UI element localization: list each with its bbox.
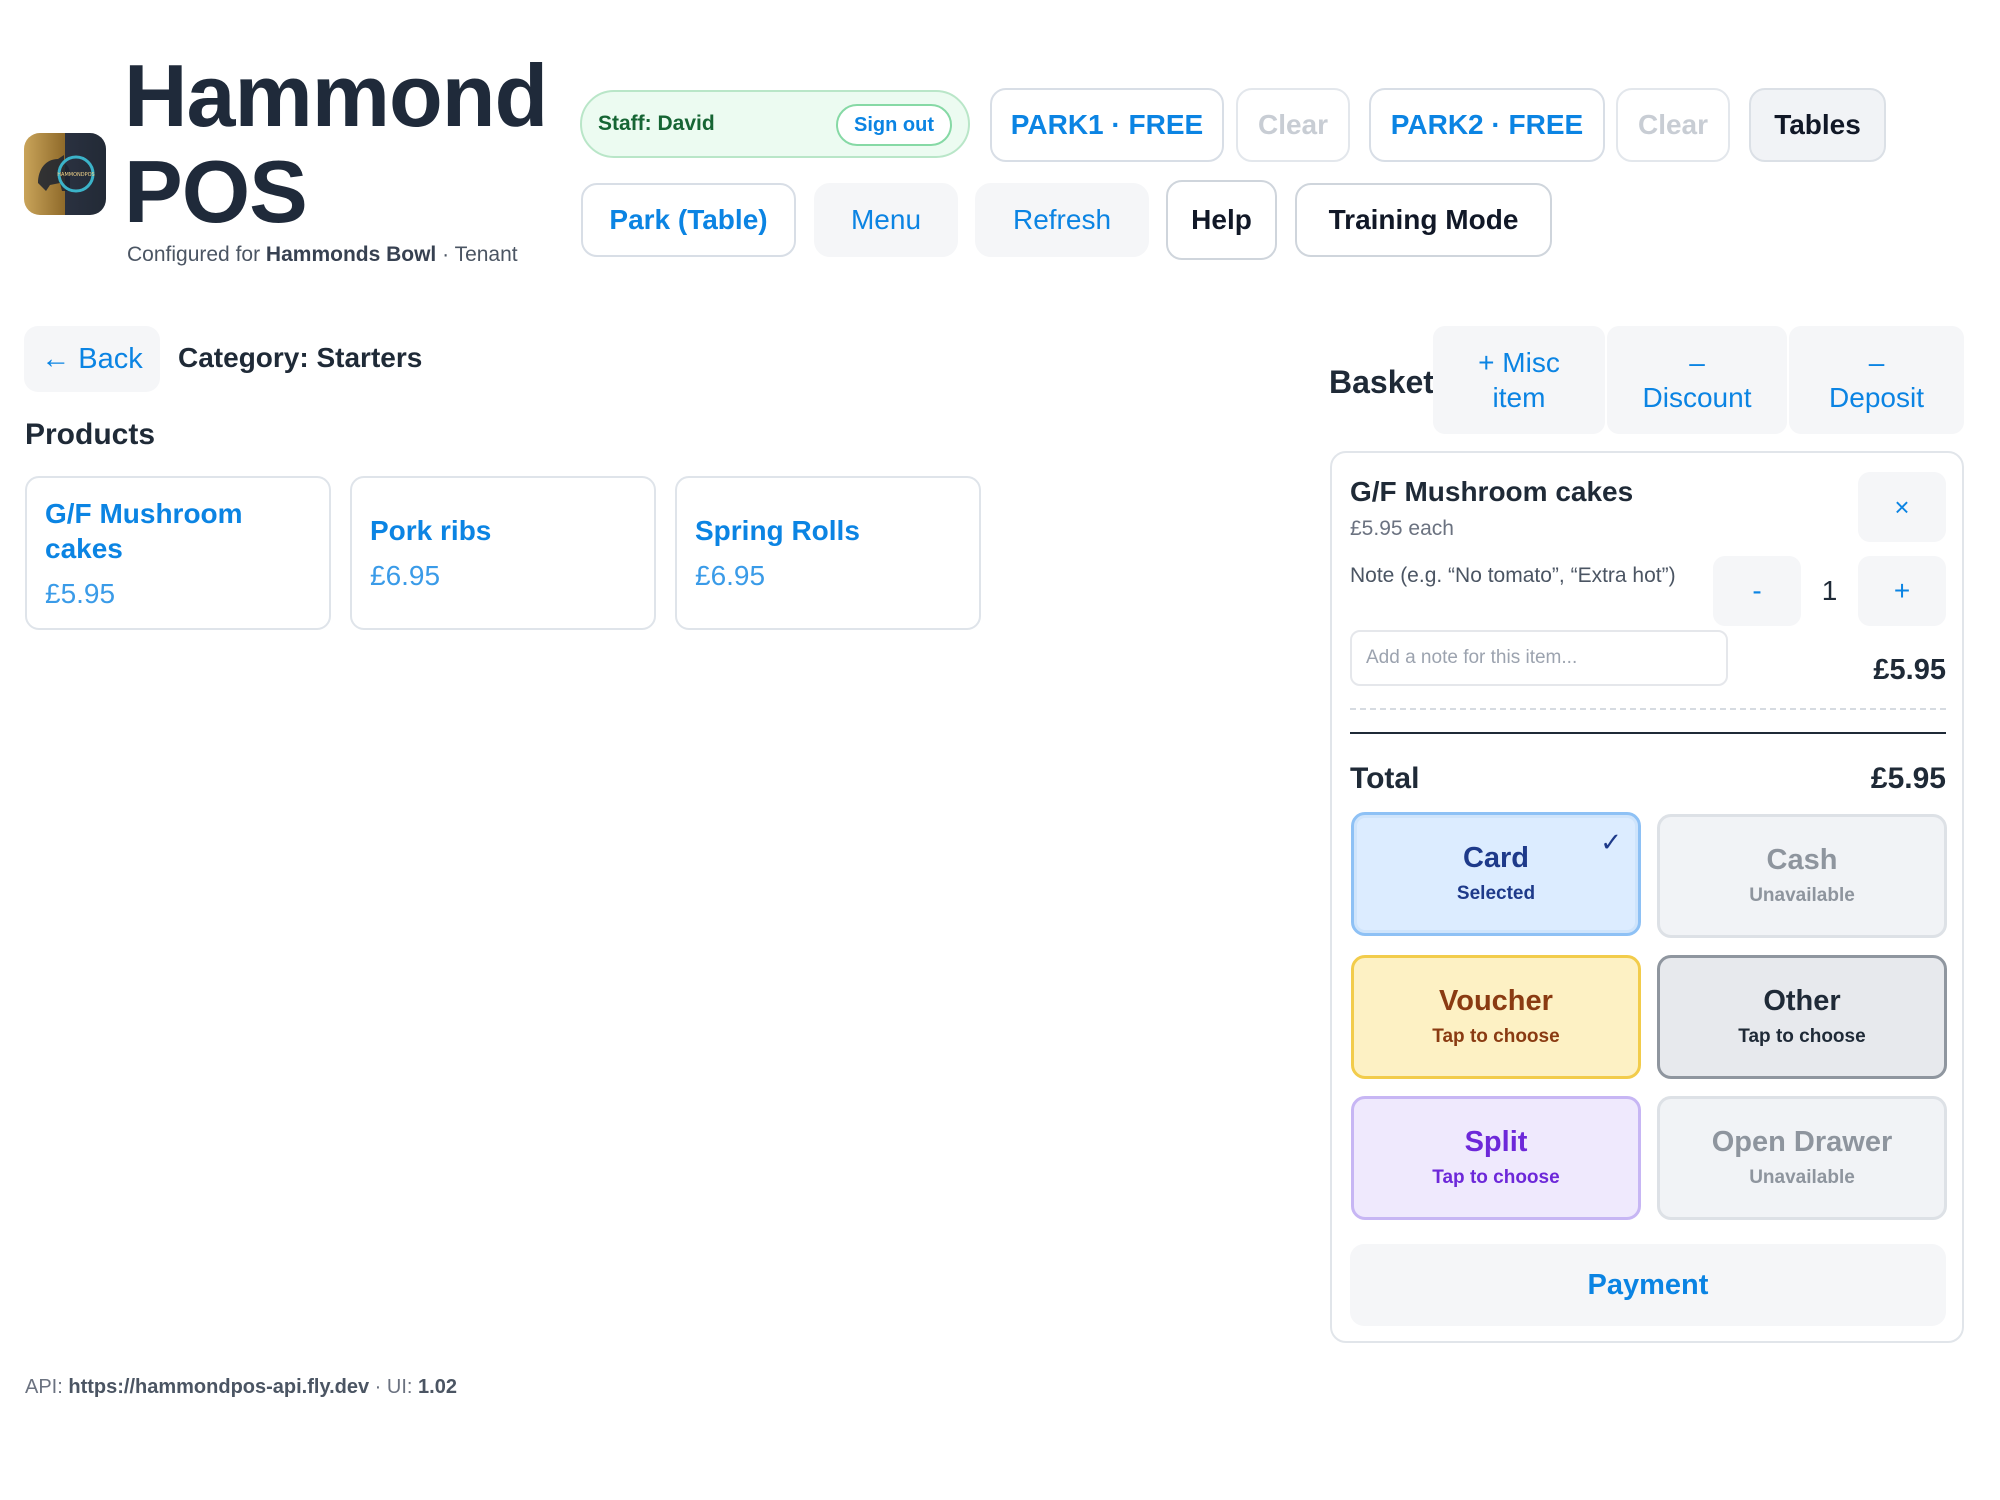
- products-heading: Products: [25, 418, 156, 451]
- product-price: £6.95: [695, 560, 766, 591]
- tender-status: Selected: [1456, 883, 1536, 904]
- misc-item-button[interactable]: + Misc item: [1433, 326, 1605, 434]
- park-table-button[interactable]: Park (Table): [581, 183, 796, 257]
- tender-status: Tap to choose: [1432, 1026, 1560, 1047]
- menu-button[interactable]: Menu: [814, 183, 958, 257]
- product-name: Spring Rolls: [695, 515, 860, 546]
- tender-status: Tap to choose: [1738, 1026, 1866, 1047]
- product-price: £5.95: [45, 577, 116, 609]
- ui-version: 1.02: [418, 1376, 457, 1398]
- back-button[interactable]: ← Back: [24, 326, 160, 392]
- clear-park1-button[interactable]: Clear: [1236, 88, 1350, 162]
- product-name: G/F Mushroom cakes: [45, 497, 243, 564]
- help-button[interactable]: Help: [1166, 180, 1277, 260]
- tender-other-option[interactable]: Other Tap to choose: [1657, 955, 1947, 1079]
- product-price: £6.95: [370, 560, 441, 591]
- staff-label: Staff: David: [598, 112, 715, 135]
- category-title: Category: Starters: [178, 342, 423, 373]
- product-card[interactable]: Spring Rolls £6.95: [675, 476, 981, 630]
- tender-split-option[interactable]: Split Tap to choose: [1351, 1096, 1641, 1220]
- training-mode-button[interactable]: Training Mode: [1295, 183, 1552, 257]
- svg-text:HAMMONDPOS: HAMMONDPOS: [57, 172, 94, 178]
- tender-name: Voucher: [1439, 985, 1553, 1017]
- tender-name: Card: [1462, 842, 1530, 874]
- check-icon: ✓: [1600, 827, 1622, 857]
- total-value: £5.95: [1870, 762, 1946, 795]
- tender-name: Split: [1464, 1126, 1528, 1158]
- api-url: https://hammondpos-api.fly.dev: [68, 1376, 370, 1398]
- open-drawer-option[interactable]: Open Drawer Unavailable: [1657, 1096, 1947, 1220]
- tenant-info: Configured for Hammonds Bowl · Tenant: [127, 243, 518, 266]
- item-note-input[interactable]: [1350, 630, 1728, 686]
- basket-title: Basket: [1329, 364, 1434, 400]
- tenant-name: Hammonds Bowl: [265, 243, 437, 266]
- product-card[interactable]: G/F Mushroom cakes £5.95: [25, 476, 331, 630]
- refresh-button[interactable]: Refresh: [975, 183, 1149, 257]
- line-total: £5.95: [1873, 654, 1946, 686]
- quantity-value: 1: [1821, 575, 1838, 606]
- brand-logo: HAMMONDPOS: [24, 133, 106, 215]
- close-icon: ×: [1894, 491, 1910, 522]
- payment-button[interactable]: Payment: [1350, 1244, 1946, 1326]
- tender-name: Other: [1763, 985, 1841, 1017]
- tender-status: Unavailable: [1749, 885, 1855, 906]
- tender-voucher-option[interactable]: Voucher Tap to choose: [1351, 955, 1641, 1079]
- quantity-increase-button[interactable]: +: [1858, 556, 1946, 626]
- tender-cash-option[interactable]: Cash Unavailable: [1657, 814, 1947, 938]
- app-title: Hammond POS: [124, 46, 548, 241]
- sign-out-button[interactable]: Sign out: [836, 104, 952, 146]
- tables-button[interactable]: Tables: [1749, 88, 1886, 162]
- total-label: Total: [1350, 762, 1420, 795]
- park2-button[interactable]: PARK2 · FREE: [1369, 88, 1605, 162]
- tender-status: Tap to choose: [1432, 1167, 1560, 1188]
- basket-item-name: G/F Mushroom cakes: [1350, 476, 1634, 507]
- footer-info: API: https://hammondpos-api.fly.dev · UI…: [25, 1376, 457, 1398]
- product-name: Pork ribs: [370, 515, 492, 546]
- item-divider: [1350, 708, 1946, 710]
- tender-status: Unavailable: [1749, 1167, 1855, 1188]
- quantity-decrease-button[interactable]: -: [1713, 556, 1801, 626]
- clear-park2-button[interactable]: Clear: [1616, 88, 1730, 162]
- discount-button[interactable]: – Discount: [1607, 326, 1787, 434]
- tender-card-option[interactable]: ✓ Card Selected: [1351, 812, 1641, 936]
- deposit-button[interactable]: – Deposit: [1789, 326, 1964, 434]
- remove-item-button[interactable]: ×: [1858, 472, 1946, 542]
- total-divider: [1350, 732, 1946, 734]
- note-label: Note (e.g. “No tomato”, “Extra hot”): [1350, 564, 1676, 587]
- tender-name: Cash: [1766, 844, 1838, 876]
- tender-name: Open Drawer: [1711, 1126, 1893, 1158]
- park1-button[interactable]: PARK1 · FREE: [990, 88, 1224, 162]
- product-card[interactable]: Pork ribs £6.95: [350, 476, 656, 630]
- basket-item-unit-price: £5.95 each: [1350, 517, 1454, 540]
